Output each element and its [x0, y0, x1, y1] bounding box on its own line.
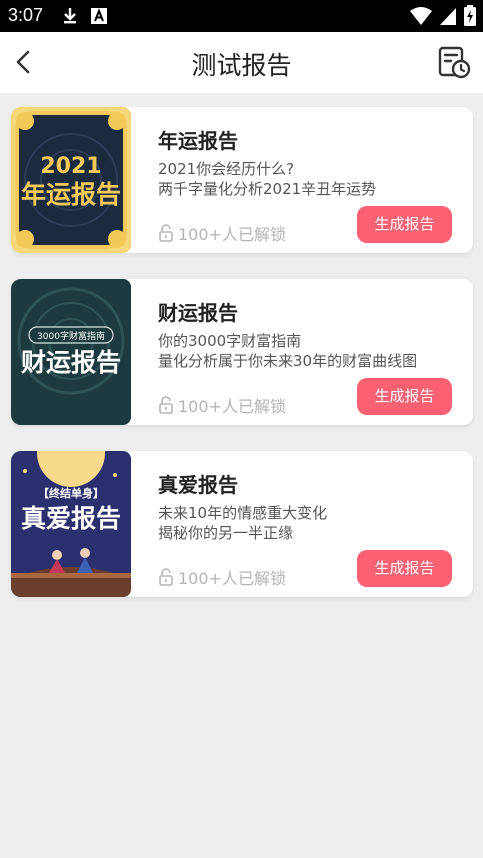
wealth-report-thumbnail: 3000字财富指南 财运报告	[11, 279, 131, 425]
report-desc-line: 两千字量化分析2021辛丑年运势	[158, 180, 377, 198]
thumb-title-text: 年运报告	[21, 180, 121, 209]
download-icon	[64, 8, 76, 24]
report-card-love[interactable]: 【终结单身】 真爱报告 真爱报告 未来10年的情感重大变化 揭秘你的另一半正缘 …	[11, 451, 473, 597]
unlock-count-text: 100+人已解锁	[178, 397, 286, 416]
unlock-count: 100+人已解锁	[158, 565, 286, 589]
thumb-subtitle-text: 3000字财富指南	[37, 330, 105, 342]
thumb-year-text: 2021	[40, 154, 101, 179]
love-report-thumbnail: 【终结单身】 真爱报告	[11, 451, 131, 597]
report-description: 未来10年的情感重大变化 揭秘你的另一半正缘	[158, 503, 463, 543]
status-time: 3:07	[8, 5, 44, 25]
report-desc-line: 你的3000字财富指南	[158, 332, 302, 350]
generate-report-button[interactable]: 生成报告	[357, 550, 452, 587]
app-bar: 测试报告	[0, 32, 483, 93]
thumb-title-text: 财运报告	[21, 348, 121, 377]
report-description: 你的3000字财富指南 量化分析属于你未来30年的财富曲线图	[158, 331, 463, 371]
report-description: 2021你会经历什么? 两千字量化分析2021辛丑年运势	[158, 159, 463, 199]
report-name: 年运报告	[158, 129, 238, 153]
report-desc-line: 揭秘你的另一半正缘	[158, 524, 294, 542]
generate-report-button[interactable]: 生成报告	[357, 378, 452, 415]
unlock-count: 100+人已解锁	[158, 393, 286, 417]
annual-report-thumbnail: 2021 年运报告	[11, 107, 131, 253]
unlock-count-text: 100+人已解锁	[178, 569, 286, 588]
wifi-icon	[410, 7, 432, 25]
notification-a-icon	[91, 8, 107, 24]
unlock-count: 100+人已解锁	[158, 221, 286, 245]
report-history-icon[interactable]	[437, 45, 471, 79]
status-bar: 3:07	[0, 0, 483, 32]
report-desc-line: 2021你会经历什么?	[158, 160, 295, 178]
report-card-annual[interactable]: 2021 年运报告 年运报告 2021你会经历什么? 两千字量化分析2021辛丑…	[11, 107, 473, 253]
report-name: 真爱报告	[158, 473, 238, 497]
page-title: 测试报告	[191, 51, 292, 80]
report-desc-line: 未来10年的情感重大变化	[158, 504, 328, 522]
thumb-title-text: 真爱报告	[21, 504, 121, 533]
battery-charging-icon	[464, 5, 476, 26]
report-name: 财运报告	[158, 301, 238, 325]
report-card-wealth[interactable]: 3000字财富指南 财运报告 财运报告 你的3000字财富指南 量化分析属于你未…	[11, 279, 473, 425]
status-right-icons	[409, 5, 477, 26]
report-desc-line: 量化分析属于你未来30年的财富曲线图	[158, 352, 418, 370]
generate-report-button[interactable]: 生成报告	[357, 206, 452, 243]
signal-icon	[440, 8, 456, 25]
lock-icon	[159, 224, 173, 242]
thumb-subtitle-text: 【终结单身】	[38, 486, 104, 500]
lock-icon	[159, 568, 173, 586]
unlock-count-text: 100+人已解锁	[178, 225, 286, 244]
lock-icon	[159, 396, 173, 414]
